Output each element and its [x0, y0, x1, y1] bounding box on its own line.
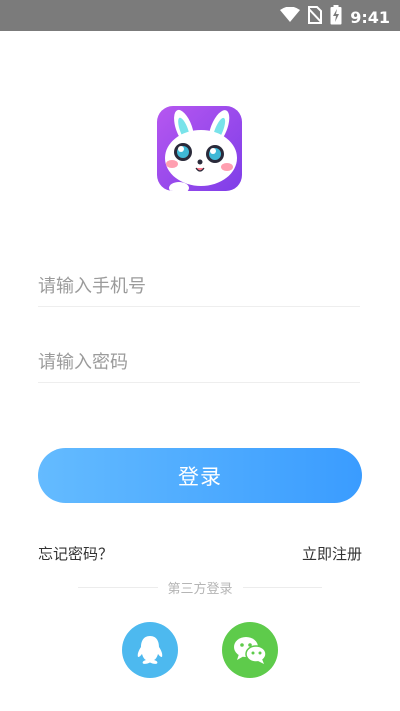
password-input[interactable]: [38, 342, 360, 382]
status-bar: 9:41: [0, 0, 400, 31]
divider-line-right: [242, 586, 323, 588]
qq-icon: [137, 636, 163, 664]
password-field[interactable]: [38, 342, 360, 383]
no-sim-icon: [307, 6, 323, 28]
qq-login-button[interactable]: [122, 622, 178, 678]
bunny-logo-icon: [157, 106, 242, 191]
wechat-login-button[interactable]: [222, 622, 278, 678]
phone-field[interactable]: [38, 266, 360, 307]
battery-charging-icon: [330, 5, 342, 29]
wifi-icon: [280, 6, 301, 27]
status-icons: 9:41: [280, 5, 390, 29]
phone-input[interactable]: [38, 266, 360, 306]
app-logo: [157, 106, 242, 191]
forgot-password-link[interactable]: 忘记密码？: [38, 543, 113, 564]
wechat-icon: [234, 637, 267, 664]
login-button[interactable]: 登录: [38, 448, 362, 503]
third-party-label: 第三方登录: [167, 581, 233, 597]
third-party-divider: 第三方登录: [78, 577, 323, 597]
status-time: 9:41: [350, 7, 390, 27]
register-link[interactable]: 立即注册: [302, 543, 362, 564]
divider-line-left: [78, 586, 158, 588]
